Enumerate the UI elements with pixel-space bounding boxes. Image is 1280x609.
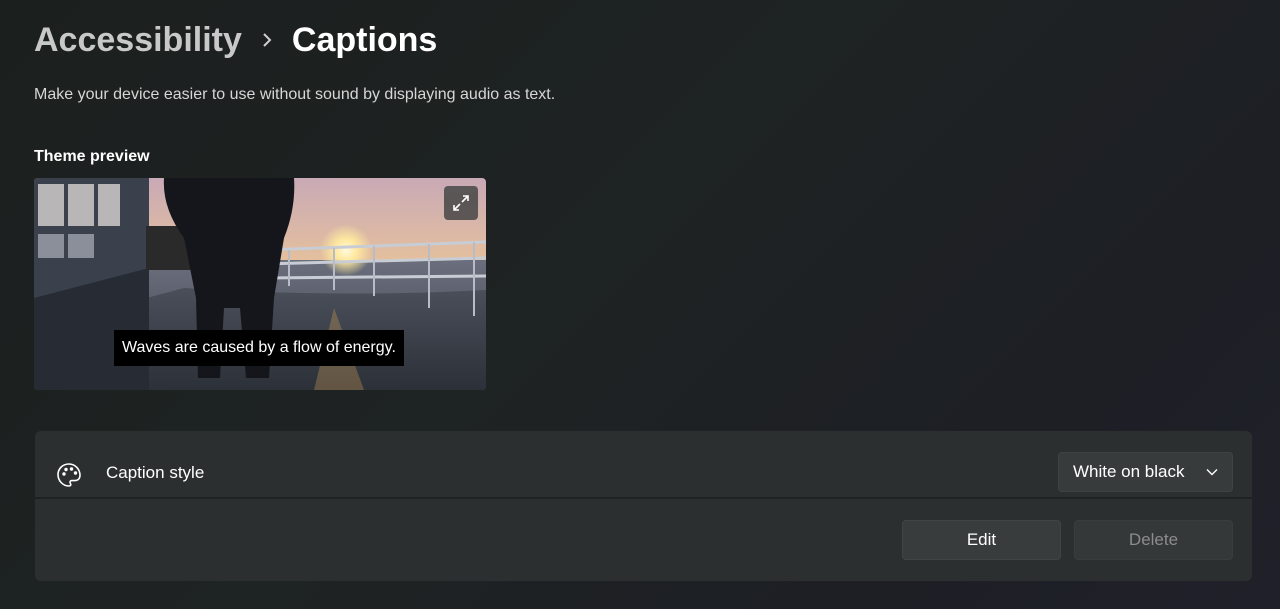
caption-style-row: Caption style White on black [35, 431, 1252, 497]
page-title: Captions [291, 20, 438, 59]
expand-icon [453, 195, 469, 211]
delete-button[interactable]: Delete [1074, 520, 1233, 560]
preview-caption-text: Waves are caused by a flow of energy. [114, 330, 404, 366]
caption-style-label: Caption style [106, 463, 205, 482]
theme-preview-label: Theme preview [34, 148, 150, 165]
breadcrumb-parent-accessibility[interactable]: Accessibility [34, 21, 242, 60]
caption-style-card: Caption style White on black Edit Delete [35, 431, 1252, 581]
palette-icon [55, 461, 83, 489]
breadcrumb: Accessibility Captions [34, 18, 437, 62]
caption-style-selected-value: White on black [1073, 462, 1185, 481]
caption-style-dropdown[interactable]: White on black [1058, 452, 1233, 492]
chevron-down-icon [1206, 469, 1218, 476]
edit-button[interactable]: Edit [902, 520, 1061, 560]
theme-preview-image: Waves are caused by a flow of energy. [34, 178, 486, 390]
caption-style-actions: Edit Delete [35, 499, 1252, 581]
chevron-right-icon [260, 32, 274, 48]
page-description: Make your device easier to use without s… [34, 86, 556, 103]
expand-preview-button[interactable] [444, 186, 478, 220]
